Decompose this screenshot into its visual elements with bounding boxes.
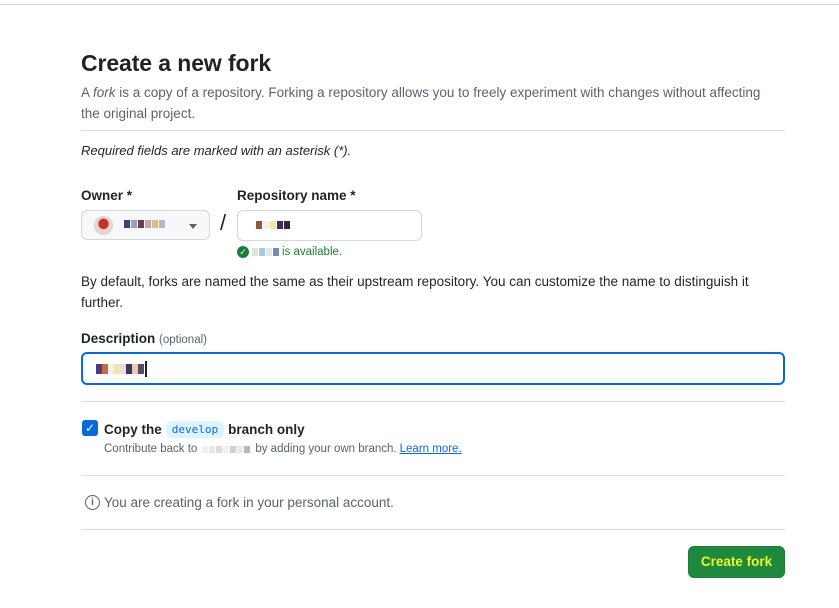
copy-branch-checkbox[interactable]: ✓ — [82, 420, 98, 436]
avatar — [94, 216, 113, 235]
page-subtitle: A fork is a copy of a repository. Forkin… — [81, 82, 761, 124]
default-name-note: By default, forks are named the same as … — [81, 274, 749, 310]
availability-text: is available. — [282, 246, 343, 258]
owner-name-redacted — [124, 220, 165, 228]
create-fork-button[interactable]: Create fork — [688, 546, 785, 578]
contribute-note: Contribute back to by adding your own br… — [104, 443, 462, 455]
owner-label: Owner * — [81, 188, 133, 203]
owner-select[interactable] — [81, 210, 210, 240]
divider — [81, 475, 785, 476]
upstream-repo-redacted — [202, 445, 251, 453]
divider — [81, 401, 785, 402]
personal-account-info: i You are creating a fork in your person… — [85, 495, 394, 510]
owner-repo-separator: / — [220, 210, 227, 235]
description-label-text: Description — [81, 331, 156, 346]
top-divider — [0, 4, 839, 5]
divider — [81, 130, 785, 131]
branch-name: develop — [165, 421, 225, 438]
check-circle-icon: ✓ — [237, 246, 249, 258]
subtitle-pre: A — [81, 85, 94, 100]
subtitle-post: is a copy of a repository. Forking a rep… — [81, 85, 761, 121]
contribute-prefix: Contribute back to — [104, 443, 198, 455]
divider — [81, 529, 785, 530]
copy-prefix: Copy the — [104, 422, 162, 437]
subtitle-fork-word: fork — [93, 85, 116, 100]
learn-more-link[interactable]: Learn more. — [400, 443, 462, 455]
description-redacted — [96, 361, 147, 377]
page-title: Create a new fork — [81, 50, 272, 76]
info-text: You are creating a fork in your personal… — [104, 495, 394, 510]
description-input[interactable] — [81, 352, 785, 385]
repo-name-label: Repository name * — [237, 188, 356, 203]
repo-name-redacted — [252, 248, 279, 256]
info-icon: i — [85, 495, 100, 510]
required-note: Required fields are marked with an aster… — [81, 143, 352, 158]
repo-name-redacted — [256, 221, 290, 229]
description-label: Description (optional) — [81, 331, 207, 346]
contribute-suffix: by adding your own branch. — [255, 443, 397, 455]
description-optional: (optional) — [159, 334, 207, 346]
text-cursor — [145, 361, 147, 377]
repo-name-input[interactable] — [237, 210, 422, 241]
copy-branch-label[interactable]: Copy the develop branch only — [104, 421, 305, 438]
availability-message: ✓ is available. — [237, 246, 342, 258]
triangle-down-icon — [189, 224, 197, 229]
copy-suffix: branch only — [228, 422, 305, 437]
